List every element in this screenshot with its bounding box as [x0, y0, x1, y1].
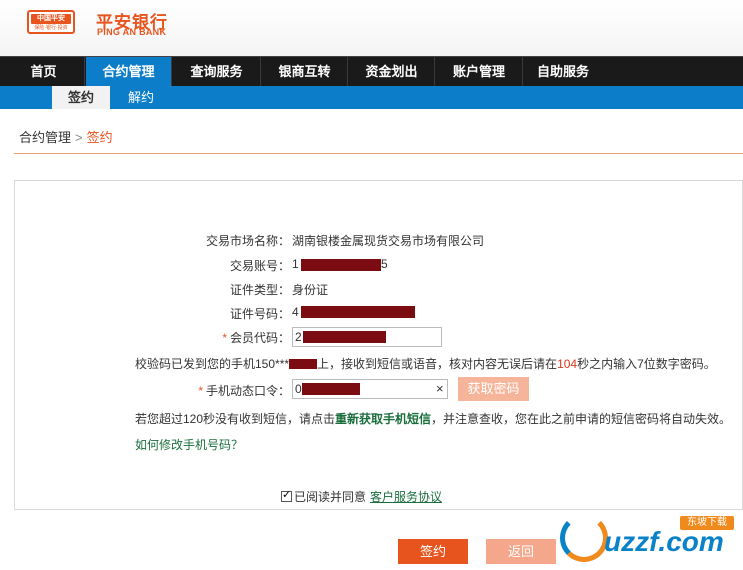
sms-notice-before: 校验码已发到您的手机150***: [135, 357, 290, 371]
market-name-value: 湖南银楼金属现货交易市场有限公司: [292, 234, 485, 248]
id-number-prefix: 4: [292, 305, 299, 319]
sms-notice-middle: 上，接收到短信或语音，核对内容无误后请在: [317, 357, 558, 371]
nav-item-account-management[interactable]: 账户管理: [436, 57, 523, 86]
account-label: 交易账号：: [229, 259, 290, 273]
required-mark: *: [222, 331, 227, 345]
breadcrumb-separator: >: [75, 130, 83, 145]
member-code-label: * 会员代码：: [190, 329, 290, 346]
back-button[interactable]: 返回: [486, 539, 556, 564]
nav-item-self-service[interactable]: 自助服务: [524, 57, 602, 86]
agree-checkbox[interactable]: [281, 488, 292, 502]
nav-item-bank-transfer[interactable]: 银商互转: [262, 57, 348, 86]
change-phone-link[interactable]: 如何修改手机号码？: [135, 436, 243, 453]
breadcrumb: 合约管理 > 签约: [19, 127, 113, 146]
nav-item-home[interactable]: 首页: [3, 57, 85, 86]
sign-button[interactable]: 签约: [398, 539, 468, 564]
sms-notice-after: 秒之内输入7位数字密码。: [577, 357, 716, 371]
breadcrumb-divider: [14, 153, 743, 154]
main-nav: 首页 合约管理 查询服务 银商互转 资金划出 账户管理 自助服务: [0, 56, 743, 86]
nav-item-fund-out[interactable]: 资金划出: [349, 57, 435, 86]
resend-after: ，并注意查收，您在此之前申请的短信密码将自动失效。: [431, 412, 732, 426]
breadcrumb-current: 签约: [86, 130, 113, 145]
agreement-line: 已阅读并同意客户服务协议: [281, 488, 442, 505]
member-code-label-text: 会员代码：: [229, 331, 290, 345]
resend-notice: 若您超过120秒没有收到短信，请点击重新获取手机短信，并注意查收，您在此之前申请…: [135, 410, 731, 427]
account-prefix: 1: [292, 257, 299, 271]
breadcrumb-parent[interactable]: 合约管理: [19, 130, 71, 145]
otp-redaction: [302, 383, 360, 395]
phone-redaction: [289, 359, 318, 369]
get-password-button[interactable]: 获取密码: [458, 377, 529, 401]
account-suffix: 5: [381, 257, 388, 271]
pingan-group-logo: 中国平安 保险·银行·投资: [27, 10, 75, 34]
logo-badge-bar: 中国平安: [31, 14, 71, 24]
id-type-label: 证件类型：: [229, 283, 290, 297]
clear-icon[interactable]: ×: [436, 381, 444, 396]
bank-name-en: PING AN BANK: [97, 27, 167, 37]
sms-countdown: 104: [557, 357, 578, 371]
site-watermark: uzzf.com 东坡下载: [560, 510, 740, 568]
service-agreement-link[interactable]: 客户服务协议: [370, 490, 442, 504]
otp-label-text: 手机动态口令：: [205, 384, 290, 398]
id-type-value: 身份证: [292, 283, 329, 297]
logo-badge-subtext: 保险·银行·投资: [34, 25, 68, 31]
watermark-brand: uzzf.com: [604, 526, 724, 557]
subnav-item-sign[interactable]: 签约: [52, 86, 110, 109]
member-code-redaction: [303, 331, 386, 343]
sub-nav: 签约 解约: [0, 86, 743, 109]
otp-label: * 手机动态口令：: [190, 382, 290, 399]
account-redaction: [301, 259, 381, 271]
nav-item-contract-management[interactable]: 合约管理: [86, 57, 172, 86]
logo-badge-text: 中国平安: [37, 15, 65, 22]
watermark-logo-icon: [560, 514, 608, 562]
market-name-label: 交易市场名称：: [205, 234, 290, 248]
resend-before: 若您超过120秒没有收到短信，请点击: [135, 412, 336, 426]
member-code-prefix: 2: [295, 330, 302, 344]
sms-notice: 校验码已发到您的手机150*** 上，接收到短信或语音，核对内容无误后请在104秒…: [135, 355, 716, 372]
id-number-label: 证件号码：: [229, 307, 290, 321]
page-header: 中国平安 保险·银行·投资 平安银行 PING AN BANK: [0, 0, 743, 56]
otp-prefix: 0: [295, 382, 302, 396]
subnav-item-terminate[interactable]: 解约: [118, 86, 164, 109]
watermark-tag: 东坡下载: [680, 516, 734, 530]
required-mark: *: [198, 384, 203, 398]
nav-item-query-service[interactable]: 查询服务: [173, 57, 261, 86]
id-number-redaction: [301, 306, 415, 318]
resend-sms-link[interactable]: 重新获取手机短信: [335, 412, 431, 426]
agree-text: 已阅读并同意: [294, 490, 367, 504]
